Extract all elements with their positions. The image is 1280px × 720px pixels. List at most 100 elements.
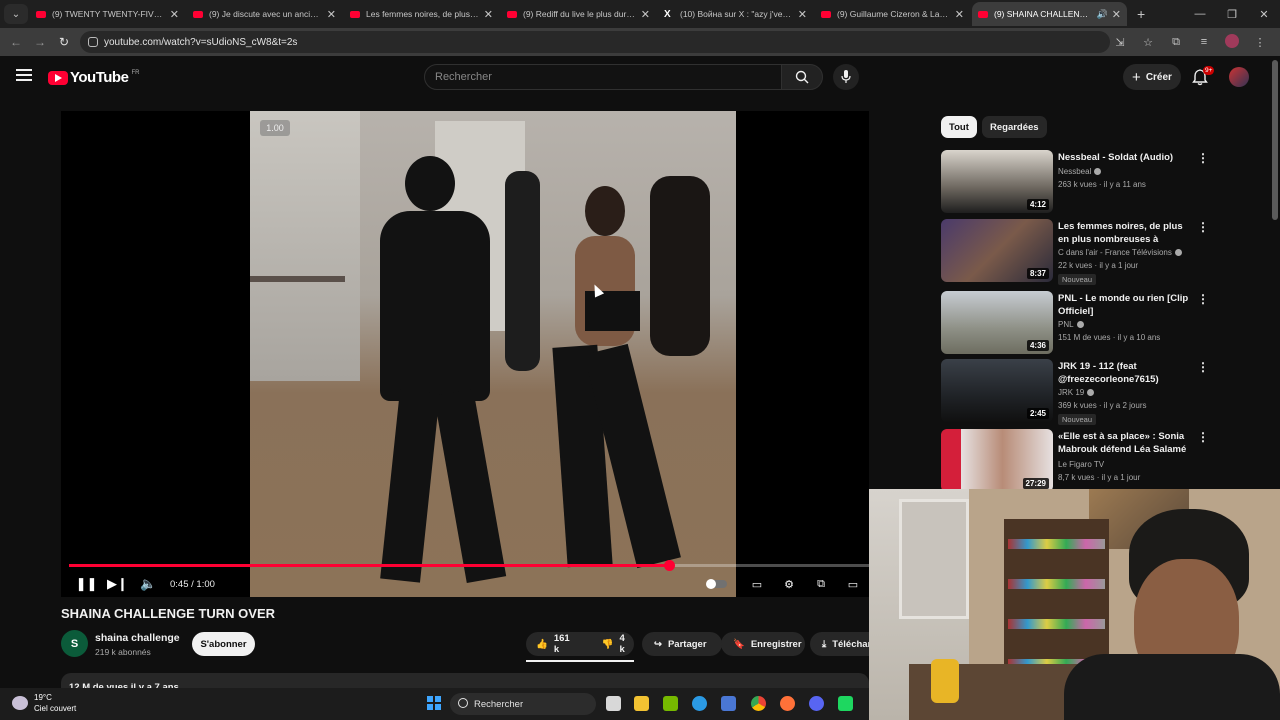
- firefox-icon[interactable]: [780, 696, 795, 711]
- search-button[interactable]: [781, 64, 823, 90]
- task-view-icon[interactable]: [606, 696, 621, 711]
- browser-menu-icon[interactable]: ⋮: [1246, 36, 1274, 49]
- page-scrollbar[interactable]: [1272, 60, 1278, 220]
- settings-gear-icon[interactable]: ⚙: [773, 578, 805, 591]
- site-info-icon[interactable]: [88, 37, 98, 47]
- video-thumbnail[interactable]: 4:36: [941, 291, 1053, 354]
- search-input[interactable]: Rechercher: [424, 64, 782, 90]
- recommendation-channel[interactable]: Nessbeal: [1058, 167, 1102, 176]
- close-tab-icon[interactable]: ✕: [641, 8, 650, 21]
- subtitles-icon[interactable]: ▭: [741, 578, 773, 591]
- tab-search-icon[interactable]: ⌄: [4, 4, 28, 24]
- bookmark-star-icon[interactable]: ☆: [1134, 36, 1162, 49]
- install-icon[interactable]: ⇲: [1106, 36, 1134, 49]
- recommendation-title[interactable]: Nessbeal - Soldat (Audio): [1058, 151, 1190, 164]
- windows-start-icon[interactable]: [427, 696, 441, 710]
- video-thumbnail[interactable]: 2:45: [941, 359, 1053, 422]
- file-explorer-icon[interactable]: [634, 696, 649, 711]
- youtube-logo[interactable]: YouTube FR: [48, 69, 139, 86]
- browser-tab[interactable]: Les femmes noires, de plus en ✕: [344, 2, 499, 26]
- progress-scrubber[interactable]: [664, 560, 675, 571]
- recommendation-channel[interactable]: C dans l'air - France Télévisions: [1058, 248, 1182, 257]
- filter-chip-watched[interactable]: Regardées: [982, 116, 1047, 138]
- close-tab-icon[interactable]: ✕: [955, 8, 964, 21]
- media-control-icon[interactable]: ≡: [1190, 36, 1218, 48]
- recommendation-channel[interactable]: JRK 19: [1058, 388, 1095, 397]
- pause-icon[interactable]: ❚❚: [71, 576, 102, 592]
- weather-widget[interactable]: 19°C Ciel couvert: [12, 692, 76, 714]
- recommendation-item[interactable]: 2:45 JRK 19 - 112 (feat @freezecorleone7…: [941, 359, 1211, 425]
- store-icon[interactable]: [721, 696, 736, 711]
- close-tab-icon[interactable]: ✕: [170, 8, 179, 21]
- tab-title: (9) Guillaume Cizeron & Lauren: [837, 9, 951, 19]
- browser-tab[interactable]: (9) Guillaume Cizeron & Lauren ✕: [815, 2, 970, 26]
- maximize-icon[interactable]: ❐: [1216, 8, 1248, 21]
- recommendation-item[interactable]: 27:29 «Elle est à sa place» : Sonia Mabr…: [941, 429, 1211, 493]
- more-options-icon[interactable]: ⋮: [1197, 292, 1209, 306]
- close-tab-icon[interactable]: ✕: [484, 8, 493, 21]
- recommendation-item[interactable]: 8:37 Les femmes noires, de plus en plus …: [941, 219, 1211, 285]
- recommendation-item[interactable]: 4:12 Nessbeal - Soldat (Audio) Nessbeal …: [941, 150, 1211, 214]
- edge-icon[interactable]: [692, 696, 707, 711]
- recommendation-title[interactable]: JRK 19 - 112 (feat @freezecorleone7615): [1058, 360, 1190, 386]
- create-button[interactable]: + Créer: [1123, 64, 1181, 90]
- more-options-icon[interactable]: ⋮: [1197, 151, 1209, 165]
- app-icon[interactable]: [838, 696, 853, 711]
- address-bar[interactable]: youtube.com/watch?v=sUdioNS_cW8&t=2s: [80, 31, 1110, 53]
- video-thumbnail[interactable]: 8:37: [941, 219, 1053, 282]
- miniplayer-icon[interactable]: ⧉: [805, 578, 837, 591]
- volume-icon[interactable]: 🔈: [133, 576, 164, 592]
- channel-name[interactable]: shaina challenge: [95, 632, 180, 644]
- minimize-icon[interactable]: —: [1184, 8, 1216, 20]
- channel-avatar[interactable]: S: [61, 630, 88, 657]
- channel-label: PNL: [1058, 320, 1074, 329]
- more-options-icon[interactable]: ⋮: [1197, 430, 1209, 444]
- more-options-icon[interactable]: ⋮: [1197, 220, 1209, 234]
- progress-bar[interactable]: [69, 560, 869, 571]
- more-options-icon[interactable]: ⋮: [1197, 360, 1209, 374]
- extensions-icon[interactable]: ⧉: [1162, 36, 1190, 49]
- recommendation-channel[interactable]: Le Figaro TV: [1058, 460, 1104, 469]
- dancer-leg: [380, 389, 440, 583]
- theater-mode-icon[interactable]: ▭: [837, 578, 869, 591]
- recommendation-channel[interactable]: PNL: [1058, 320, 1084, 329]
- recommendation-title[interactable]: «Elle est à sa place» : Sonia Mabrouk dé…: [1058, 430, 1190, 457]
- dislike-button[interactable]: 👎 4 k: [592, 632, 635, 656]
- close-tab-icon[interactable]: ✕: [1112, 8, 1121, 21]
- close-tab-icon[interactable]: ✕: [798, 8, 807, 21]
- discord-icon[interactable]: [809, 696, 824, 711]
- reload-icon[interactable]: ↻: [52, 35, 76, 49]
- video-player[interactable]: 1.00 ❚❚ ▶❙ 🔈 0:45 / 1:00 ▭ ⚙ ⧉ ▭: [61, 111, 869, 597]
- close-tab-icon[interactable]: ✕: [327, 8, 336, 21]
- like-button[interactable]: 👍 161 k: [526, 632, 580, 656]
- next-icon[interactable]: ▶❙: [102, 576, 133, 592]
- subscribe-button[interactable]: S'abonner: [192, 632, 255, 656]
- share-button[interactable]: ↪ Partager: [642, 632, 722, 656]
- chrome-icon[interactable]: [751, 696, 766, 711]
- browser-tab[interactable]: X (10) Война sur X : "azy j'veux b ✕: [658, 2, 813, 26]
- filter-chip-all[interactable]: Tout: [941, 116, 977, 138]
- menu-icon[interactable]: [16, 69, 32, 81]
- voice-search-button[interactable]: [833, 64, 859, 90]
- close-window-icon[interactable]: ✕: [1248, 8, 1280, 21]
- browser-tab-active[interactable]: (9) SHAINA CHALLENGE TU 🔊 ✕: [972, 2, 1127, 26]
- forward-icon[interactable]: →: [28, 35, 52, 49]
- nvidia-icon[interactable]: [663, 696, 678, 711]
- browser-tab[interactable]: (9) Je discute avec un ancien de ✕: [187, 2, 342, 26]
- recommendation-item[interactable]: 4:36 PNL - Le monde ou rien [Clip Offici…: [941, 291, 1211, 355]
- taskbar-search[interactable]: Rechercher: [450, 693, 596, 715]
- account-avatar[interactable]: [1229, 67, 1249, 87]
- browser-tab[interactable]: (9) Rediff du live le plus dur de ✕: [501, 2, 656, 26]
- video-thumbnail[interactable]: 4:12: [941, 150, 1053, 213]
- recommendation-title[interactable]: Les femmes noires, de plus en plus nombr…: [1058, 220, 1190, 247]
- video-thumbnail[interactable]: 27:29: [941, 429, 1053, 492]
- save-button[interactable]: 🔖 Enregistrer: [721, 632, 805, 656]
- profile-icon[interactable]: [1218, 33, 1246, 51]
- autoplay-toggle[interactable]: [706, 579, 727, 589]
- verified-icon: [1076, 321, 1084, 329]
- speaker-icon[interactable]: 🔊: [1097, 9, 1108, 20]
- back-icon[interactable]: ←: [4, 35, 28, 49]
- new-tab-button[interactable]: +: [1137, 6, 1145, 22]
- recommendation-title[interactable]: PNL - Le monde ou rien [Clip Officiel]: [1058, 292, 1190, 318]
- browser-tab[interactable]: (9) TWENTY TWENTY-FIVE ⭐ ✕: [30, 2, 185, 26]
